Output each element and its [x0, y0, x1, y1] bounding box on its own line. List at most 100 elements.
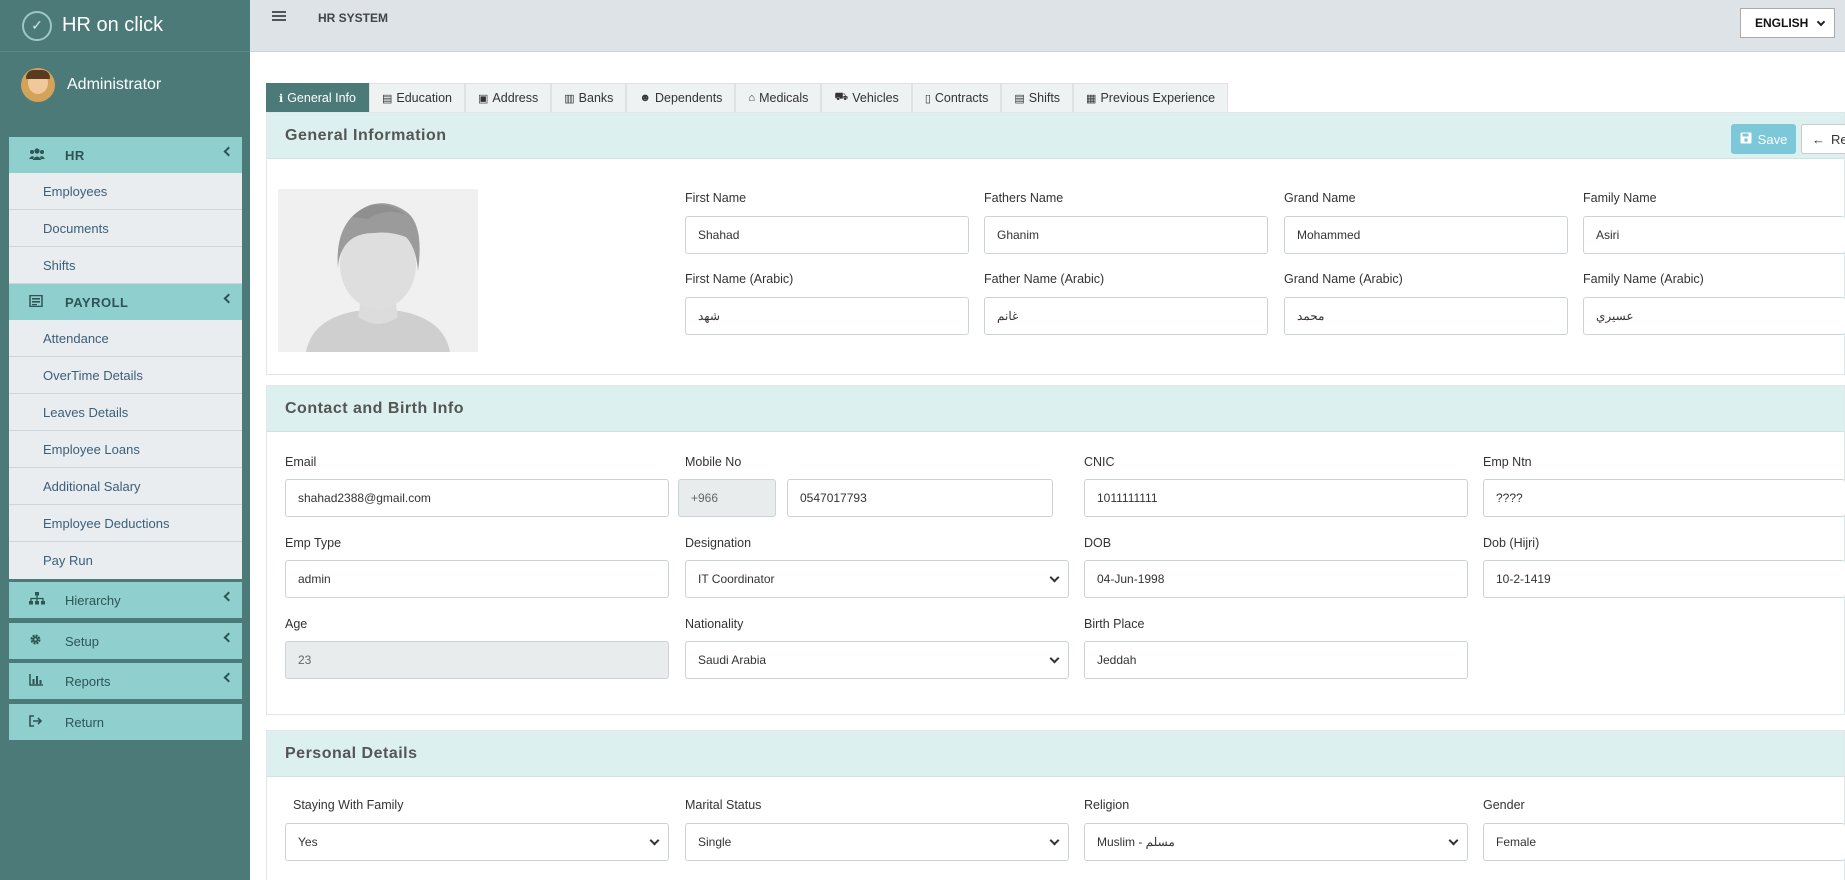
users-icon: ☻: [639, 92, 651, 104]
tab-banks[interactable]: ▥ Banks: [551, 83, 627, 113]
user-profile[interactable]: Administrator: [0, 52, 250, 118]
language-select[interactable]: ENGLISH: [1740, 8, 1835, 38]
mobile-input[interactable]: 0547017793: [787, 479, 1053, 517]
emp-ntn-input[interactable]: ????: [1483, 479, 1845, 517]
gear-icon: [29, 633, 49, 649]
emp-ntn-label: Emp Ntn: [1483, 455, 1532, 469]
birth-place-label: Birth Place: [1084, 617, 1145, 631]
return-label: Re: [1831, 131, 1845, 147]
menu-payroll[interactable]: PAYROLL: [9, 284, 242, 320]
tab-label: Dependents: [655, 91, 723, 105]
menu-reports-label: Reports: [65, 673, 111, 689]
cnic-input[interactable]: 1011111111: [1084, 479, 1468, 517]
tab-label: Medicals: [759, 91, 809, 105]
sign-out-icon: [29, 714, 49, 730]
sidebar-item-leaves[interactable]: Leaves Details: [9, 394, 242, 431]
fathers-name-label: Fathers Name: [984, 191, 1064, 205]
family-name-arabic-input[interactable]: عسيري: [1583, 297, 1845, 335]
sidebar-item-pay-run[interactable]: Pay Run: [9, 542, 242, 579]
menu-hierarchy[interactable]: Hierarchy: [9, 582, 242, 618]
chevron-down-icon: [649, 835, 660, 846]
profile-photo[interactable]: [278, 189, 478, 352]
emp-type-input[interactable]: admin: [285, 560, 669, 598]
submenu-hr: Employees Documents Shifts: [9, 173, 242, 284]
sidebar-item-deductions[interactable]: Employee Deductions: [9, 505, 242, 542]
chart-bar-icon: [29, 673, 49, 689]
brand-name: HR on click: [62, 14, 164, 36]
tab-general-info[interactable]: ℹ General Info: [266, 83, 369, 113]
email-input[interactable]: shahad2388@gmail.com: [285, 479, 669, 517]
family-name-input[interactable]: Asiri: [1583, 216, 1845, 254]
father-name-arabic-label: Father Name (Arabic): [984, 272, 1105, 286]
grand-name-arabic-label: Grand Name (Arabic): [1284, 272, 1403, 286]
save-icon: [1740, 132, 1752, 147]
menu-setup[interactable]: Setup: [9, 623, 242, 659]
tab-previous-experience[interactable]: ▦ Previous Experience: [1073, 83, 1229, 113]
sidebar-item-shifts[interactable]: Shifts: [9, 247, 242, 284]
menu-hr[interactable]: HR: [9, 137, 242, 173]
father-name-arabic-input[interactable]: غانم: [984, 297, 1268, 335]
menu-setup-label: Setup: [65, 633, 99, 649]
sidebar: ✓ HR on click Administrator HR Employees…: [0, 0, 250, 880]
staying-with-family-select[interactable]: Yes: [285, 823, 669, 861]
tab-shifts[interactable]: ▤ Shifts: [1001, 83, 1074, 113]
religion-select[interactable]: Muslim - مسلم: [1084, 823, 1468, 861]
chevron-down-icon: [1049, 572, 1060, 583]
nationality-select[interactable]: Saudi Arabia: [685, 641, 1069, 679]
clipboard-icon: ▦: [1086, 92, 1097, 105]
menu-reports[interactable]: Reports: [9, 663, 242, 699]
panel-title: Contact and Birth Info: [267, 386, 1844, 432]
first-name-input[interactable]: Shahad: [685, 216, 969, 254]
staying-with-family-label: Staying With Family: [293, 798, 404, 812]
first-name-arabic-input[interactable]: شهد: [685, 297, 969, 335]
marital-status-select[interactable]: Single: [685, 823, 1069, 861]
mobile-country-code: +966: [678, 479, 776, 517]
car-icon: ⛟: [834, 91, 849, 103]
birth-place-input[interactable]: Jeddah: [1084, 641, 1468, 679]
tab-contracts[interactable]: ▯ Contracts: [911, 83, 1002, 113]
grand-name-arabic-input[interactable]: محمد: [1284, 297, 1568, 335]
gender-select[interactable]: Female: [1483, 823, 1845, 861]
age-input: 23: [285, 641, 669, 679]
grand-name-label: Grand Name: [1284, 191, 1356, 205]
return-button[interactable]: ← Re: [1801, 124, 1845, 154]
tab-address[interactable]: ▣ Address: [465, 83, 552, 113]
mobile-label: Mobile No: [685, 455, 742, 469]
address-card-icon: ▣: [478, 92, 489, 105]
chevron-left-icon: [223, 293, 234, 304]
fathers-name-input[interactable]: Ghanim: [984, 216, 1268, 254]
age-label: Age: [285, 617, 308, 631]
designation-value: IT Coordinator: [698, 572, 775, 586]
language-value: ENGLISH: [1755, 16, 1809, 30]
sidebar-item-overtime[interactable]: OverTime Details: [9, 357, 242, 394]
tab-label: General Info: [287, 91, 356, 105]
hamburger-menu-icon[interactable]: [272, 11, 286, 21]
tab-education[interactable]: ▤ Education: [368, 83, 465, 113]
book-icon: ▤: [381, 92, 393, 105]
sidebar-item-loans[interactable]: Employee Loans: [9, 431, 242, 468]
first-name-arabic-label: First Name (Arabic): [685, 272, 794, 286]
email-label: Email: [285, 455, 317, 469]
building-icon: ▥: [564, 92, 575, 105]
menu-return[interactable]: Return: [9, 704, 242, 740]
dob-hijri-input[interactable]: 10-2-1419: [1483, 560, 1845, 598]
sidebar-item-documents[interactable]: Documents: [9, 210, 242, 247]
user-name: Administrator: [67, 76, 162, 93]
top-bar: HR SYSTEM ENGLISH: [250, 0, 1845, 52]
dob-input[interactable]: 04-Jun-1998: [1084, 560, 1468, 598]
main-content: ℹ General Info ▤ Education ▣ Address ▥ Banks…: [250, 52, 1845, 880]
staying-value: Yes: [298, 835, 318, 849]
tab-medicals[interactable]: ⌂ Medicals: [735, 83, 822, 113]
nationality-value: Saudi Arabia: [698, 653, 767, 667]
designation-select[interactable]: IT Coordinator: [685, 560, 1069, 598]
save-button[interactable]: Save: [1731, 124, 1796, 154]
tab-dependents[interactable]: ☻ Dependents: [626, 83, 736, 113]
sidebar-item-attendance[interactable]: Attendance: [9, 320, 242, 357]
sidebar-item-employees[interactable]: Employees: [9, 173, 242, 210]
tab-vehicles[interactable]: ⛟ Vehicles: [821, 83, 912, 113]
grand-name-input[interactable]: Mohammed: [1284, 216, 1568, 254]
sidebar-item-additional-salary[interactable]: Additional Salary: [9, 468, 242, 505]
brand[interactable]: ✓ HR on click: [0, 0, 250, 52]
file-icon: ▯: [924, 92, 931, 105]
panel-title: General Information: [267, 113, 1844, 159]
